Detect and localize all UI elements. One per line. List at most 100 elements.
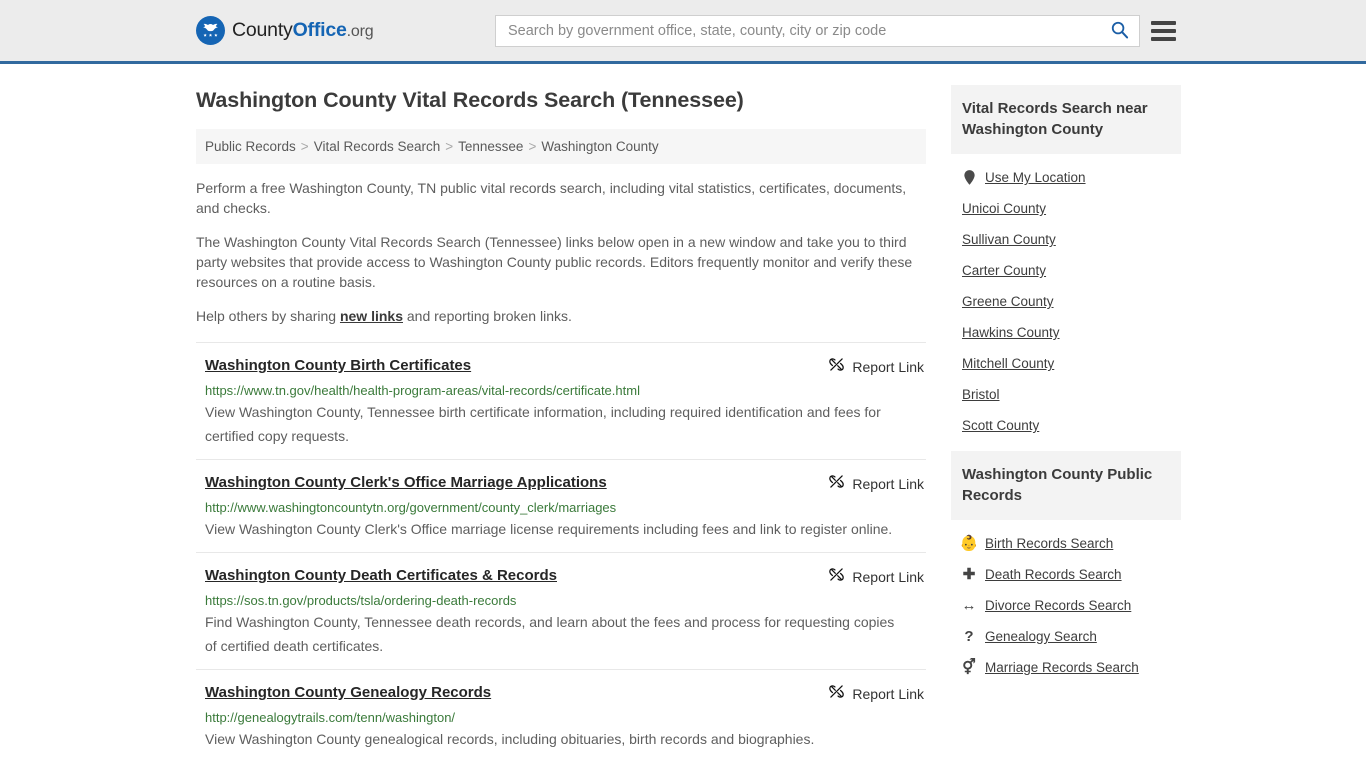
- result-url: https://www.tn.gov/health/health-program…: [205, 383, 640, 398]
- intro-paragraph-2: The Washington County Vital Records Sear…: [196, 234, 913, 290]
- report-link-label: Report Link: [852, 686, 924, 702]
- breadcrumb-item-vital-records-search[interactable]: Vital Records Search: [314, 139, 441, 154]
- result-description: View Washington County, Tennessee birth …: [205, 404, 881, 444]
- public-records-list-item-label[interactable]: Genealogy Search: [985, 629, 1097, 644]
- nearby-list-item[interactable]: Bristol: [951, 379, 1181, 410]
- nearby-list-item[interactable]: Greene County: [951, 286, 1181, 317]
- result-description: View Washington County Clerk's Office ma…: [205, 521, 893, 537]
- report-link-label: Report Link: [852, 359, 924, 375]
- report-link-button[interactable]: Report Link: [828, 683, 926, 705]
- nearby-list-item[interactable]: Use My Location: [951, 162, 1181, 193]
- search-icon: [1110, 20, 1129, 42]
- result-title-link[interactable]: Washington County Genealogy Records: [205, 683, 491, 703]
- search-input[interactable]: [506, 15, 1106, 46]
- public-records-list-item-label[interactable]: Divorce Records Search: [985, 598, 1131, 613]
- broken-link-icon: [828, 356, 845, 378]
- public-records-list-item-label[interactable]: Birth Records Search: [985, 536, 1113, 551]
- nearby-card-heading: Vital Records Search near Washington Cou…: [951, 85, 1181, 154]
- nearby-list-item-label[interactable]: Carter County: [962, 263, 1046, 278]
- nearby-list-item-label[interactable]: Mitchell County: [962, 356, 1054, 371]
- nearby-list-item-label[interactable]: Hawkins County: [962, 325, 1060, 340]
- nearby-list-item-label[interactable]: Use My Location: [985, 170, 1086, 185]
- cross-icon: ✚: [962, 566, 976, 583]
- breadcrumb-separator: >: [528, 139, 537, 154]
- public-records-list-item[interactable]: ⚥ Marriage Records Search: [951, 652, 1181, 683]
- question-mark-icon: ?: [964, 628, 974, 645]
- hamburger-menu-icon[interactable]: [1151, 20, 1176, 41]
- public-records-list: 👶 Birth Records Search ✚ Death Records Sear…: [951, 520, 1181, 683]
- nearby-list-item-label[interactable]: Sullivan County: [962, 232, 1056, 247]
- breadcrumb-separator: >: [445, 139, 454, 154]
- nearby-card: Vital Records Search near Washington Cou…: [951, 85, 1181, 441]
- baby-icon: 👶: [959, 535, 979, 552]
- main-column: Washington County Vital Records Search (…: [196, 64, 926, 762]
- report-link-label: Report Link: [852, 569, 924, 585]
- result-header: Washington County Clerk's Office Marriag…: [205, 473, 926, 495]
- nearby-list-item-label[interactable]: Bristol: [962, 387, 1000, 402]
- breadcrumb-separator: >: [300, 139, 309, 154]
- report-link-button[interactable]: Report Link: [828, 566, 926, 588]
- site-logo[interactable]: CountyOffice.org: [196, 16, 374, 45]
- sidebar: Vital Records Search near Washington Cou…: [951, 64, 1181, 693]
- breadcrumb-item-tennessee[interactable]: Tennessee: [458, 139, 523, 154]
- broken-link-icon: [828, 566, 845, 588]
- report-link-button[interactable]: Report Link: [828, 356, 926, 378]
- new-links-link[interactable]: new links: [340, 308, 403, 324]
- result-url: http://www.washingtoncountytn.org/govern…: [205, 500, 617, 515]
- divorce-arrows-icon: ↔: [961, 597, 977, 614]
- result-title-link[interactable]: Washington County Birth Certificates: [205, 356, 471, 376]
- result-description: Find Washington County, Tennessee death …: [205, 614, 895, 654]
- intro-paragraph-1: Perform a free Washington County, TN pub…: [196, 180, 907, 216]
- result-url: http://genealogytrails.com/tenn/washingt…: [205, 710, 456, 725]
- public-records-list-item-label[interactable]: Marriage Records Search: [985, 660, 1139, 675]
- page-title: Washington County Vital Records Search (…: [196, 88, 744, 112]
- public-records-list-item[interactable]: 👶 Birth Records Search: [951, 528, 1181, 559]
- breadcrumb-item-public-records[interactable]: Public Records: [205, 139, 296, 154]
- broken-link-icon: [828, 683, 845, 705]
- result-item: Washington County Birth Certificates Repo…: [196, 342, 926, 459]
- result-header: Washington County Genealogy Records Repor…: [205, 683, 926, 705]
- public-records-list-item[interactable]: ? Genealogy Search: [951, 621, 1181, 652]
- map-pin-icon: [962, 170, 976, 185]
- nearby-list-item-label[interactable]: Greene County: [962, 294, 1054, 309]
- nearby-list-item[interactable]: Sullivan County: [951, 224, 1181, 255]
- breadcrumb-item-washington-county[interactable]: Washington County: [541, 139, 658, 154]
- nearby-list-item[interactable]: Hawkins County: [951, 317, 1181, 348]
- nearby-list-item-label[interactable]: Unicoi County: [962, 201, 1046, 216]
- nearby-list-item[interactable]: Scott County: [951, 410, 1181, 441]
- nearby-list-item[interactable]: Carter County: [951, 255, 1181, 286]
- result-item: Washington County Death Certificates & R…: [196, 552, 926, 669]
- result-header: Washington County Death Certificates & R…: [205, 566, 926, 588]
- result-description: View Washington County genealogical reco…: [205, 731, 815, 747]
- intro-text: Perform a free Washington County, TN pub…: [196, 178, 926, 326]
- report-link-label: Report Link: [852, 476, 924, 492]
- report-link-button[interactable]: Report Link: [828, 473, 926, 495]
- brand-county: County: [232, 19, 293, 41]
- brand-wordmark: CountyOffice.org: [232, 19, 374, 42]
- result-url: https://sos.tn.gov/products/tsla/orderin…: [205, 593, 517, 608]
- search-bar[interactable]: [495, 14, 1140, 47]
- broken-link-icon: [828, 473, 845, 495]
- nearby-list-item[interactable]: Mitchell County: [951, 348, 1181, 379]
- public-records-list-item[interactable]: ↔ Divorce Records Search: [951, 590, 1181, 621]
- page-body: Washington County Vital Records Search (…: [0, 64, 1366, 762]
- results-list: Washington County Birth Certificates Repo…: [196, 342, 926, 762]
- public-records-list-item-label[interactable]: Death Records Search: [985, 567, 1122, 582]
- result-title-link[interactable]: Washington County Death Certificates & R…: [205, 566, 557, 586]
- result-item: Washington County Genealogy Records Repor…: [196, 669, 926, 762]
- marriage-symbol-icon: ⚥: [962, 659, 976, 676]
- intro-help-line: Help others by sharing new links and rep…: [196, 306, 926, 326]
- public-records-card: Washington County Public Records 👶 Birth …: [951, 451, 1181, 683]
- eagle-seal-icon: [196, 16, 225, 45]
- help-prefix: Help others by sharing: [196, 308, 340, 324]
- breadcrumb: Public Records > Vital Records Search > Tenn…: [196, 129, 926, 164]
- nearby-list-item[interactable]: Unicoi County: [951, 193, 1181, 224]
- public-records-list-item[interactable]: ✚ Death Records Search: [951, 559, 1181, 590]
- public-records-card-heading: Washington County Public Records: [951, 451, 1181, 520]
- brand-office: Office: [292, 19, 347, 41]
- search-button[interactable]: [1106, 20, 1133, 42]
- result-title-link[interactable]: Washington County Clerk's Office Marriag…: [205, 473, 607, 493]
- nearby-list: Use My Location Unicoi County Sullivan Cou…: [951, 154, 1181, 441]
- nearby-list-item-label[interactable]: Scott County: [962, 418, 1039, 433]
- site-header: CountyOffice.org: [0, 0, 1366, 64]
